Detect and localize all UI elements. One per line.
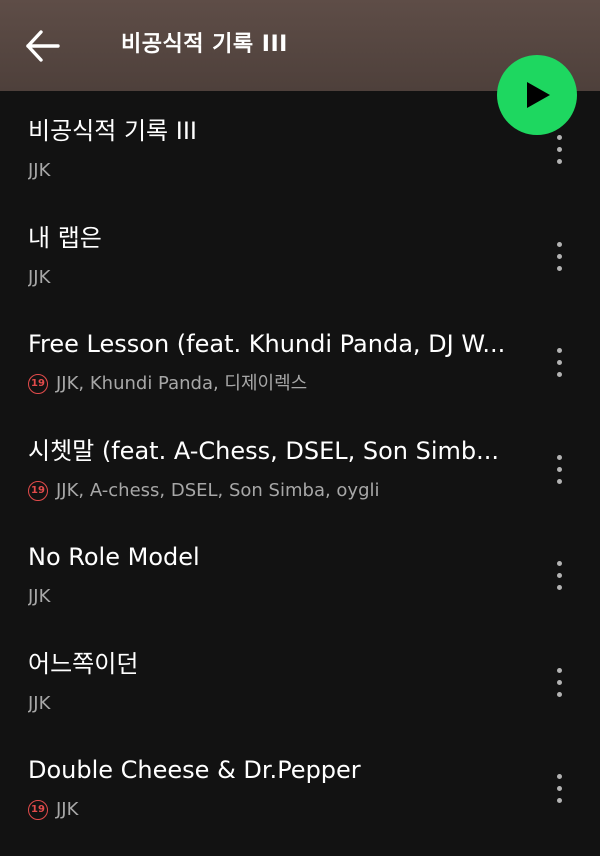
arrow-left-icon xyxy=(26,30,60,62)
explicit-badge-icon: 19 xyxy=(28,480,48,501)
track-title: 비공식적 기록 III xyxy=(28,117,197,145)
more-options-button[interactable] xyxy=(544,561,576,597)
more-dot xyxy=(557,372,562,377)
more-dot xyxy=(557,561,562,566)
more-dot xyxy=(557,348,562,353)
more-dot xyxy=(557,786,562,791)
back-button[interactable] xyxy=(22,26,62,66)
track-artists: JJK, Khundi Panda, 디제이렉스 xyxy=(56,373,308,394)
track-meta: 19 JJK, Khundi Panda, 디제이렉스 xyxy=(28,372,518,396)
track-row[interactable]: Free Lesson (feat. Khundi Panda, DJ W...… xyxy=(0,304,600,411)
track-row[interactable]: 어느쪽이던 JJK xyxy=(0,624,600,731)
play-button[interactable] xyxy=(497,55,577,135)
more-dot xyxy=(557,691,562,697)
more-dot xyxy=(557,466,562,472)
track-meta: 19 JJK, A-chess, DSEL, Son Simba, oygli xyxy=(28,479,518,503)
track-row[interactable]: No Role Model JJK xyxy=(0,517,600,624)
track-artists: JJK xyxy=(28,266,51,288)
track-artists: JJK xyxy=(28,160,51,181)
more-options-button[interactable] xyxy=(544,135,576,171)
explicit-badge-icon: 19 xyxy=(28,374,48,394)
more-dot xyxy=(557,573,562,578)
track-title: Double Cheese & Dr.Pepper xyxy=(28,756,361,784)
track-artists: JJK xyxy=(56,799,79,820)
track-title: Free Lesson (feat. Khundi Panda, DJ W... xyxy=(28,330,506,358)
track-row[interactable]: 시쳇말 (feat. A-Chess, DSEL, Son Simb... 19… xyxy=(0,411,600,518)
more-dot xyxy=(557,679,562,685)
more-options-button[interactable] xyxy=(544,667,576,704)
track-meta: JJK xyxy=(28,585,518,609)
more-dot xyxy=(557,147,562,152)
more-dot xyxy=(557,454,562,460)
track-artists: JJK xyxy=(28,692,51,714)
more-dot xyxy=(557,798,562,803)
more-dot xyxy=(557,360,562,365)
more-options-button[interactable] xyxy=(544,241,576,278)
track-title: No Role Model xyxy=(28,543,200,571)
track-title: 시쳇말 (feat. A-Chess, DSEL, Son Simb... xyxy=(28,436,500,465)
track-row[interactable]: 내 랩은 JJK xyxy=(0,198,600,305)
track-list: 비공식적 기록 III JJK 내 랩은 JJK Free Lesson (fe… xyxy=(0,91,600,837)
more-dot xyxy=(557,265,562,271)
track-title: 어느쪽이던 xyxy=(28,649,139,678)
more-dot xyxy=(557,241,562,247)
more-dot xyxy=(557,253,562,259)
track-meta: 19 JJK xyxy=(28,798,518,822)
more-options-button[interactable] xyxy=(544,454,576,491)
more-options-button[interactable] xyxy=(544,774,576,810)
track-title: 내 랩은 xyxy=(28,223,102,252)
more-dot xyxy=(557,478,562,484)
more-dot xyxy=(557,159,562,164)
explicit-badge-icon: 19 xyxy=(28,800,48,820)
more-dot xyxy=(557,774,562,779)
track-artists: JJK, A-chess, DSEL, Son Simba, oygli xyxy=(56,479,380,501)
track-meta: JJK xyxy=(28,159,518,183)
more-dot xyxy=(557,667,562,673)
play-icon xyxy=(527,82,550,108)
more-dot xyxy=(557,585,562,590)
page-title: 비공식적 기록 III xyxy=(121,32,288,57)
track-meta: JJK xyxy=(28,692,518,716)
more-options-button[interactable] xyxy=(544,348,576,384)
track-meta: JJK xyxy=(28,266,518,290)
track-row[interactable]: Double Cheese & Dr.Pepper 19 JJK xyxy=(0,730,600,837)
track-artists: JJK xyxy=(28,586,51,607)
more-dot xyxy=(557,135,562,140)
album-track-screen: 비공식적 기록 III 비공식적 기록 III JJK 내 랩은 JJK Fre… xyxy=(0,0,600,856)
